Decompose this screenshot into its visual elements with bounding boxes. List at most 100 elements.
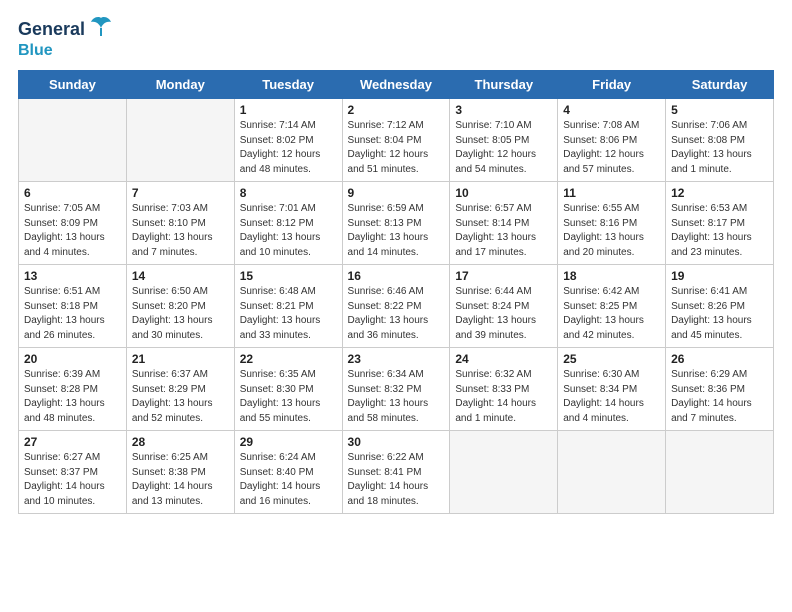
day-info: Sunrise: 6:50 AMSunset: 8:20 PMDaylight:… <box>132 285 229 343</box>
day-info: Sunrise: 6:39 AMSunset: 8:28 PMDaylight:… <box>24 368 121 426</box>
day-info: Sunrise: 6:34 AMSunset: 8:32 PMDaylight:… <box>348 368 445 426</box>
week-row-1: 1Sunrise: 7:14 AMSunset: 8:02 PMDaylight… <box>19 99 774 182</box>
day-info: Sunrise: 6:41 AMSunset: 8:26 PMDaylight:… <box>671 285 768 343</box>
calendar-cell: 20 Sunrise: 6:39 AMSunset: 8:28 PMDayligh… <box>19 348 127 431</box>
day-info: Sunrise: 6:44 AMSunset: 8:24 PMDaylight:… <box>455 285 552 343</box>
day-info: Sunrise: 7:01 AMSunset: 8:12 PMDaylight:… <box>240 202 337 260</box>
calendar-cell: 4 Sunrise: 7:08 AMSunset: 8:06 PMDaylight… <box>558 99 666 182</box>
day-info: Sunrise: 6:37 AMSunset: 8:29 PMDaylight:… <box>132 368 229 426</box>
day-info: Sunrise: 6:35 AMSunset: 8:30 PMDaylight:… <box>240 368 337 426</box>
calendar-cell: 16 Sunrise: 6:46 AMSunset: 8:22 PMDayligh… <box>342 265 450 348</box>
day-number: 20 <box>24 352 121 366</box>
calendar-cell: 7 Sunrise: 7:03 AMSunset: 8:10 PMDaylight… <box>126 182 234 265</box>
calendar-cell <box>666 431 774 514</box>
day-info: Sunrise: 6:27 AMSunset: 8:37 PMDaylight:… <box>24 451 121 509</box>
logo-blue: Blue <box>18 42 53 59</box>
weekday-monday: Monday <box>126 71 234 99</box>
day-number: 30 <box>348 435 445 449</box>
calendar-cell: 27 Sunrise: 6:27 AMSunset: 8:37 PMDayligh… <box>19 431 127 514</box>
weekday-saturday: Saturday <box>666 71 774 99</box>
day-info: Sunrise: 6:59 AMSunset: 8:13 PMDaylight:… <box>348 202 445 260</box>
day-number: 3 <box>455 103 552 117</box>
logo-general: General <box>18 20 85 40</box>
calendar-cell: 9 Sunrise: 6:59 AMSunset: 8:13 PMDaylight… <box>342 182 450 265</box>
day-info: Sunrise: 7:03 AMSunset: 8:10 PMDaylight:… <box>132 202 229 260</box>
calendar-table: SundayMondayTuesdayWednesdayThursdayFrid… <box>18 70 774 514</box>
day-number: 11 <box>563 186 660 200</box>
calendar-cell: 12Sunrise: 6:53 AMSunset: 8:17 PMDayligh… <box>666 182 774 265</box>
day-info: Sunrise: 7:12 AMSunset: 8:04 PMDaylight:… <box>348 119 445 177</box>
day-info: Sunrise: 6:29 AMSunset: 8:36 PMDaylight:… <box>671 368 768 426</box>
day-info: Sunrise: 6:25 AMSunset: 8:38 PMDaylight:… <box>132 451 229 509</box>
day-number: 19 <box>671 269 768 283</box>
day-number: 23 <box>348 352 445 366</box>
day-info: Sunrise: 6:55 AMSunset: 8:16 PMDaylight:… <box>563 202 660 260</box>
day-info: Sunrise: 7:08 AMSunset: 8:06 PMDaylight:… <box>563 119 660 177</box>
calendar-cell: 2 Sunrise: 7:12 AMSunset: 8:04 PMDaylight… <box>342 99 450 182</box>
day-info: Sunrise: 6:48 AMSunset: 8:21 PMDaylight:… <box>240 285 337 343</box>
day-number: 5 <box>671 103 768 117</box>
day-number: 9 <box>348 186 445 200</box>
calendar-cell <box>19 99 127 182</box>
weekday-thursday: Thursday <box>450 71 558 99</box>
calendar-cell: 28 Sunrise: 6:25 AMSunset: 8:38 PMDayligh… <box>126 431 234 514</box>
day-number: 26 <box>671 352 768 366</box>
calendar-cell: 29 Sunrise: 6:24 AMSunset: 8:40 PMDayligh… <box>234 431 342 514</box>
day-number: 4 <box>563 103 660 117</box>
day-number: 10 <box>455 186 552 200</box>
calendar-cell: 17 Sunrise: 6:44 AMSunset: 8:24 PMDayligh… <box>450 265 558 348</box>
day-number: 16 <box>348 269 445 283</box>
calendar-cell: 13Sunrise: 6:51 AMSunset: 8:18 PMDayligh… <box>19 265 127 348</box>
day-number: 1 <box>240 103 337 117</box>
calendar-cell: 8 Sunrise: 7:01 AMSunset: 8:12 PMDaylight… <box>234 182 342 265</box>
calendar-cell: 24 Sunrise: 6:32 AMSunset: 8:33 PMDayligh… <box>450 348 558 431</box>
day-number: 8 <box>240 186 337 200</box>
calendar-cell <box>126 99 234 182</box>
day-number: 22 <box>240 352 337 366</box>
day-info: Sunrise: 7:06 AMSunset: 8:08 PMDaylight:… <box>671 119 768 177</box>
day-number: 15 <box>240 269 337 283</box>
calendar-cell: 22 Sunrise: 6:35 AMSunset: 8:30 PMDayligh… <box>234 348 342 431</box>
weekday-wednesday: Wednesday <box>342 71 450 99</box>
logo-bird-icon <box>87 14 115 42</box>
calendar-cell: 6Sunrise: 7:05 AMSunset: 8:09 PMDaylight… <box>19 182 127 265</box>
day-info: Sunrise: 6:24 AMSunset: 8:40 PMDaylight:… <box>240 451 337 509</box>
day-number: 18 <box>563 269 660 283</box>
calendar-cell: 3Sunrise: 7:10 AMSunset: 8:05 PMDaylight… <box>450 99 558 182</box>
calendar-cell: 5 Sunrise: 7:06 AMSunset: 8:08 PMDaylight… <box>666 99 774 182</box>
day-info: Sunrise: 6:42 AMSunset: 8:25 PMDaylight:… <box>563 285 660 343</box>
day-number: 25 <box>563 352 660 366</box>
calendar-cell: 19 Sunrise: 6:41 AMSunset: 8:26 PMDayligh… <box>666 265 774 348</box>
page: General Blue SundayMondayTuesdayWednesda… <box>0 0 792 524</box>
day-number: 12 <box>671 186 768 200</box>
day-number: 27 <box>24 435 121 449</box>
calendar-cell: 1Sunrise: 7:14 AMSunset: 8:02 PMDaylight… <box>234 99 342 182</box>
calendar-cell: 15 Sunrise: 6:48 AMSunset: 8:21 PMDayligh… <box>234 265 342 348</box>
day-number: 6 <box>24 186 121 200</box>
calendar-cell: 21 Sunrise: 6:37 AMSunset: 8:29 PMDayligh… <box>126 348 234 431</box>
day-info: Sunrise: 6:46 AMSunset: 8:22 PMDaylight:… <box>348 285 445 343</box>
day-info: Sunrise: 6:22 AMSunset: 8:41 PMDaylight:… <box>348 451 445 509</box>
calendar-cell: 14 Sunrise: 6:50 AMSunset: 8:20 PMDayligh… <box>126 265 234 348</box>
weekday-header-row: SundayMondayTuesdayWednesdayThursdayFrid… <box>19 71 774 99</box>
calendar-cell: 10 Sunrise: 6:57 AMSunset: 8:14 PMDayligh… <box>450 182 558 265</box>
weekday-tuesday: Tuesday <box>234 71 342 99</box>
day-number: 17 <box>455 269 552 283</box>
calendar-cell: 11 Sunrise: 6:55 AMSunset: 8:16 PMDayligh… <box>558 182 666 265</box>
day-info: Sunrise: 6:32 AMSunset: 8:33 PMDaylight:… <box>455 368 552 426</box>
week-row-3: 13Sunrise: 6:51 AMSunset: 8:18 PMDayligh… <box>19 265 774 348</box>
calendar-cell <box>450 431 558 514</box>
calendar-cell: 26 Sunrise: 6:29 AMSunset: 8:36 PMDayligh… <box>666 348 774 431</box>
day-number: 29 <box>240 435 337 449</box>
day-number: 24 <box>455 352 552 366</box>
day-number: 7 <box>132 186 229 200</box>
day-info: Sunrise: 6:57 AMSunset: 8:14 PMDaylight:… <box>455 202 552 260</box>
day-number: 28 <box>132 435 229 449</box>
calendar-cell: 30 Sunrise: 6:22 AMSunset: 8:41 PMDayligh… <box>342 431 450 514</box>
day-number: 21 <box>132 352 229 366</box>
day-info: Sunrise: 6:51 AMSunset: 8:18 PMDaylight:… <box>24 285 121 343</box>
week-row-2: 6Sunrise: 7:05 AMSunset: 8:09 PMDaylight… <box>19 182 774 265</box>
day-number: 2 <box>348 103 445 117</box>
day-number: 14 <box>132 269 229 283</box>
weekday-sunday: Sunday <box>19 71 127 99</box>
